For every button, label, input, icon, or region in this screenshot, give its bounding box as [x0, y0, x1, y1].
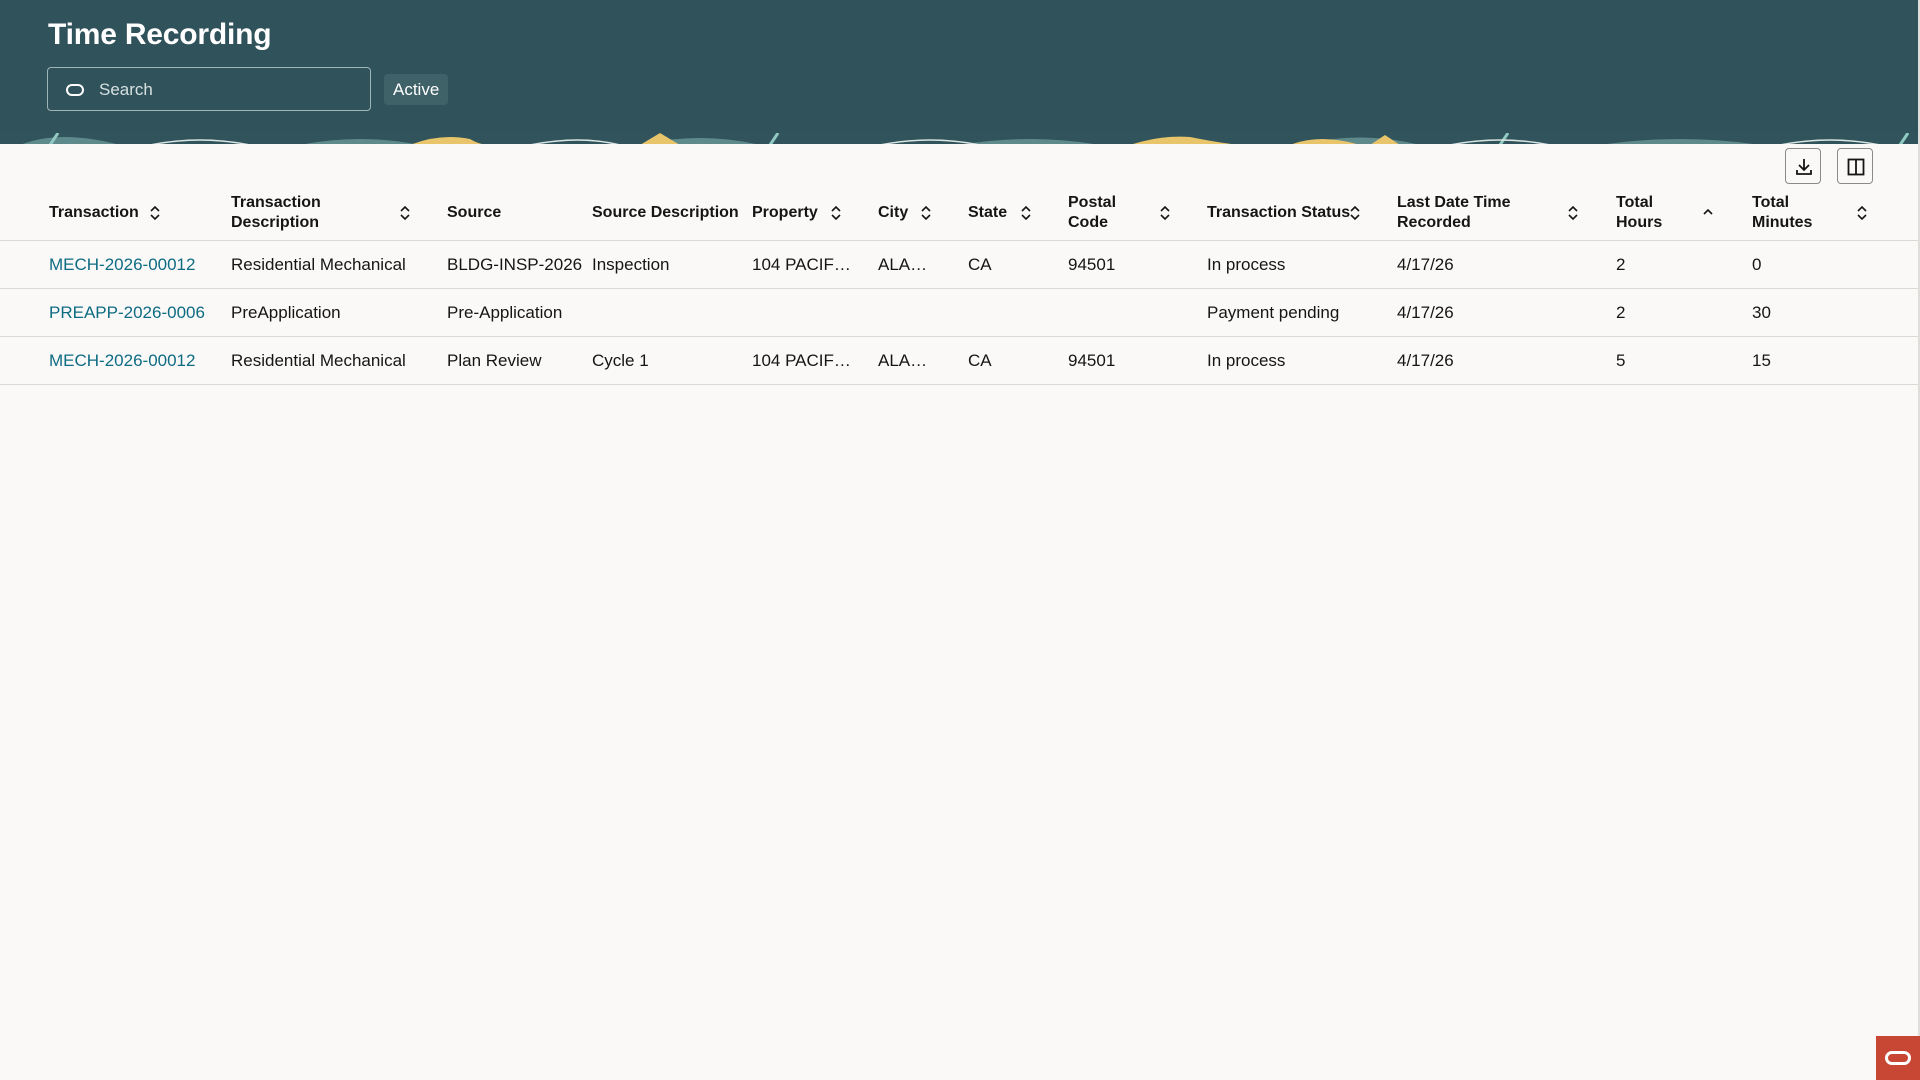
column-header[interactable]: Total Minutes	[1752, 186, 1842, 240]
sort-icon[interactable]	[1348, 205, 1362, 221]
column-header-label: Source	[447, 204, 502, 221]
page-title: Time Recording	[48, 18, 272, 51]
manage-columns-button[interactable]	[1837, 148, 1873, 184]
table-cell: 4/17/26	[1397, 255, 1454, 274]
table-cell: 0	[1752, 255, 1762, 274]
table-body: MECH-2026-00012 Residential Mechanical BLD…	[0, 241, 1920, 385]
sort-ascending-icon[interactable]	[1701, 205, 1715, 221]
column-header-label: City	[878, 204, 909, 221]
column-header[interactable]: Postal Code	[1068, 186, 1148, 240]
sort-icon[interactable]	[919, 205, 933, 221]
table-cell: 2	[1616, 303, 1626, 322]
table-cell: ALA…	[878, 351, 928, 370]
table-row[interactable]: MECH-2026-00012 Residential Mechanical BLD…	[0, 241, 1920, 289]
download-icon	[1796, 159, 1812, 175]
table-cell: Cycle 1	[592, 351, 649, 370]
search-icon	[66, 84, 84, 96]
table-cell: Payment pending	[1207, 303, 1340, 322]
column-header-label: Transaction Status	[1207, 204, 1351, 221]
column-header-label: Total Minutes	[1752, 194, 1813, 231]
table-cell: In process	[1207, 351, 1286, 370]
transaction-link[interactable]: MECH-2026-00012	[49, 241, 195, 288]
table-cell: CA	[968, 255, 992, 274]
table-cell: 4/17/26	[1397, 303, 1454, 322]
column-header[interactable]: Property	[752, 186, 872, 240]
column-header-label: Transaction Description	[231, 194, 321, 231]
column-header[interactable]: Total Hours	[1616, 186, 1696, 240]
table-cell: PreApplication	[231, 303, 341, 322]
decorative-pattern	[0, 132, 1920, 144]
column-header-label: Transaction	[49, 204, 139, 221]
page-header: Time Recording Search Active	[0, 0, 1920, 132]
table-header-row: Transaction Transaction Description Source…	[0, 186, 1920, 241]
sort-icon[interactable]	[1019, 205, 1033, 221]
oracle-badge[interactable]	[1876, 1036, 1920, 1080]
download-button[interactable]	[1785, 148, 1821, 184]
table-cell: ALA…	[878, 255, 928, 274]
table-cell: 104 PACIF…	[752, 351, 851, 370]
column-header[interactable]: Transaction Description	[231, 186, 381, 240]
column-header-label: State	[968, 204, 1008, 221]
column-header-label: Property	[752, 204, 818, 221]
column-header-label: Last Date Time Recorded	[1397, 194, 1511, 231]
sort-icon[interactable]	[1855, 205, 1869, 221]
column-header-label: Postal Code	[1068, 194, 1117, 231]
sort-icon[interactable]	[1566, 205, 1580, 221]
table-cell: 94501	[1068, 351, 1116, 370]
header-pattern-band	[0, 132, 1920, 144]
table-row[interactable]: MECH-2026-00012 Residential Mechanical Pla…	[0, 337, 1920, 385]
table-row[interactable]: PREAPP-2026-0006 PreApplication Pre-Applic…	[0, 289, 1920, 337]
column-header[interactable]: Transaction Status	[1207, 186, 1357, 240]
table-cell: 2	[1616, 255, 1626, 274]
column-header[interactable]: Transaction	[49, 186, 159, 240]
table-cell: 5	[1616, 351, 1626, 370]
table-cell: Inspection	[592, 255, 670, 274]
column-header: Source Description	[592, 186, 742, 240]
column-header: Source	[447, 186, 587, 240]
table-cell: 30	[1752, 303, 1771, 322]
transaction-link[interactable]: PREAPP-2026-0006	[49, 289, 205, 336]
table-cell: 104 PACIF…	[752, 255, 851, 274]
columns-icon	[1847, 158, 1865, 176]
table-cell: Residential Mechanical	[231, 255, 406, 274]
active-filter-chip[interactable]: Active	[384, 74, 449, 105]
table-cell: 4/17/26	[1397, 351, 1454, 370]
sort-icon[interactable]	[1158, 205, 1172, 221]
table-cell: 15	[1752, 351, 1771, 370]
oracle-logo-icon	[1885, 1051, 1911, 1065]
table-cell: In process	[1207, 255, 1286, 274]
table-cell: BLDG-INSP-2026	[447, 255, 583, 274]
table-cell: CA	[968, 351, 992, 370]
column-header-label: Source Description	[592, 204, 739, 221]
table-cell: Pre-Application	[447, 303, 563, 322]
table-cell: Plan Review	[447, 351, 542, 370]
sort-icon[interactable]	[398, 205, 412, 221]
time-recording-table: Transaction Transaction Description Source…	[0, 186, 1920, 385]
column-header-label: Total Hours	[1616, 194, 1663, 231]
table-cell: Residential Mechanical	[231, 351, 406, 370]
transaction-link[interactable]: MECH-2026-00012	[49, 337, 195, 384]
table-cell: 94501	[1068, 255, 1116, 274]
sort-icon[interactable]	[829, 205, 843, 221]
search-placeholder: Search	[99, 80, 153, 99]
search-input[interactable]: Search	[47, 67, 371, 111]
column-header[interactable]: Last Date Time Recorded	[1397, 186, 1587, 240]
sort-icon[interactable]	[148, 205, 162, 221]
